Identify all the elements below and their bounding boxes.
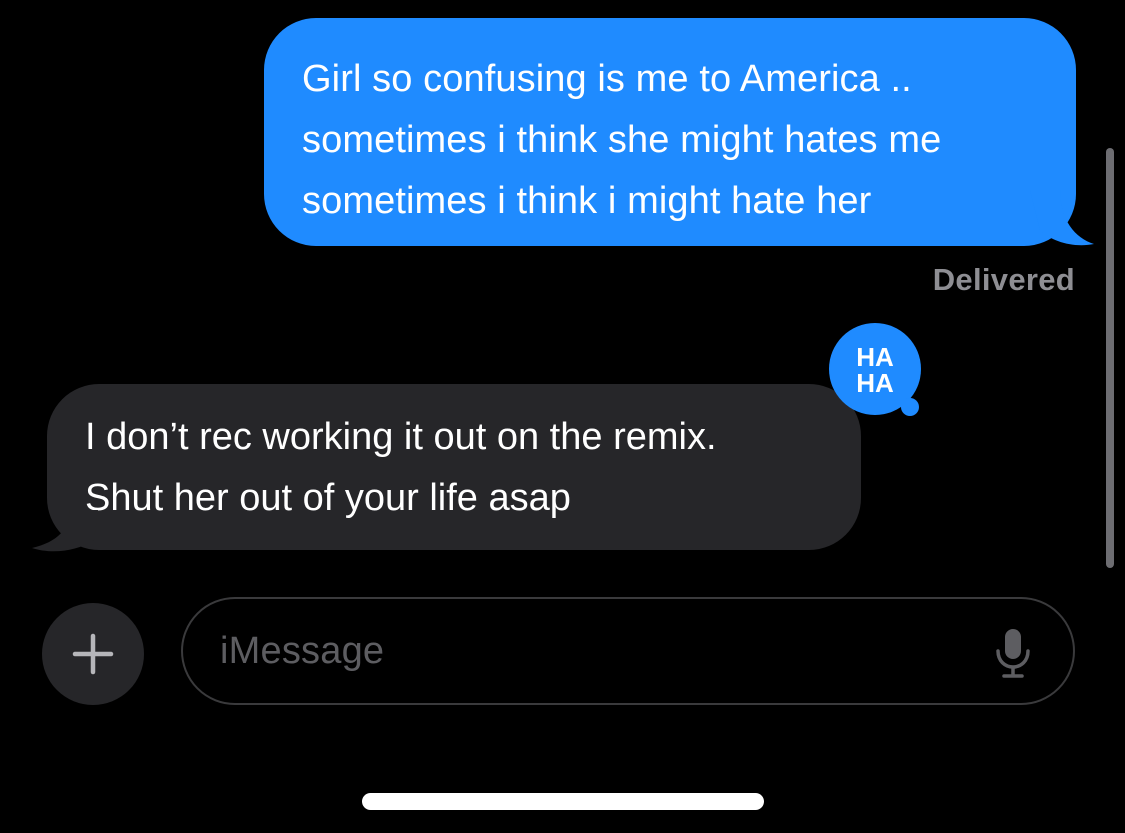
outgoing-bubble-tail xyxy=(1030,190,1094,246)
messages-screen: Girl so confusing is me to America .. so… xyxy=(0,0,1125,833)
incoming-message-bubble[interactable]: I don’t rec working it out on the remix.… xyxy=(47,384,861,550)
delivery-status: Delivered xyxy=(932,262,1075,297)
message-line: Shut her out of your life asap xyxy=(85,477,571,519)
tapback-text: HA xyxy=(856,368,894,398)
scrollbar[interactable] xyxy=(1106,148,1114,568)
message-line: Girl so confusing is me to America .. xyxy=(302,58,912,100)
haha-tapback-icon[interactable]: HA HA xyxy=(826,320,926,420)
plus-icon xyxy=(72,633,114,675)
message-input-placeholder: iMessage xyxy=(220,630,385,672)
message-input[interactable]: iMessage xyxy=(181,597,1075,705)
home-indicator[interactable] xyxy=(362,793,764,810)
message-line: sometimes i think she might hates me xyxy=(302,119,942,161)
message-line: I don’t rec working it out on the remix. xyxy=(85,416,717,458)
message-line: sometimes i think i might hate her xyxy=(302,180,872,222)
add-attachment-button[interactable] xyxy=(42,603,144,705)
outgoing-message-bubble[interactable]: Girl so confusing is me to America .. so… xyxy=(264,18,1076,246)
microphone-icon[interactable] xyxy=(993,625,1033,681)
incoming-bubble-tail xyxy=(32,510,98,552)
